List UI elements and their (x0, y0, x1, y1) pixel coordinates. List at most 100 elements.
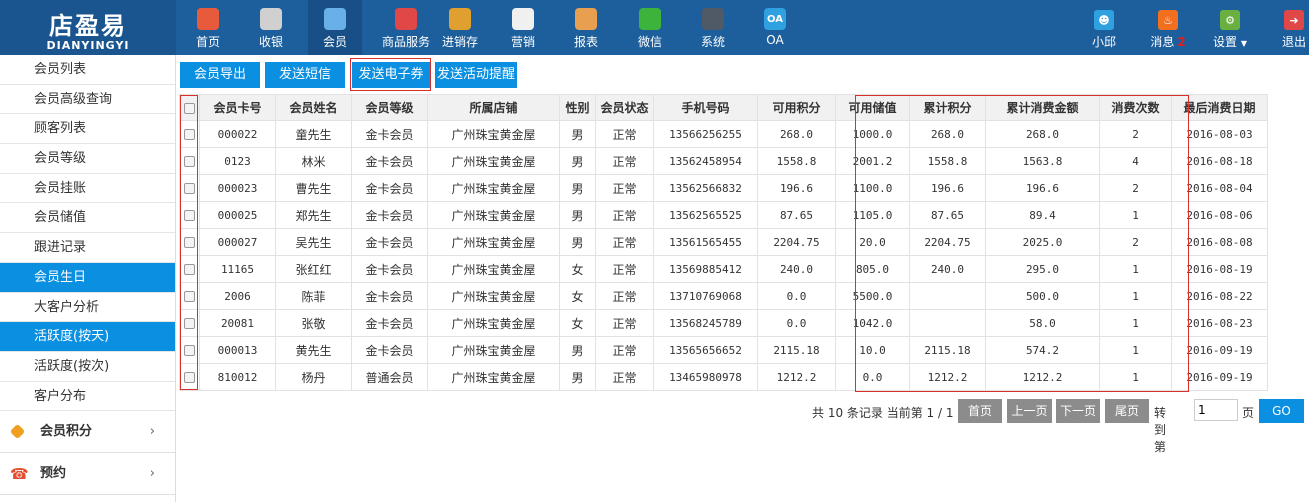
column-header[interactable]: 会员等级 (351, 94, 428, 121)
sidebar-item[interactable]: 大客户分析 (0, 293, 175, 323)
column-header[interactable]: 会员姓名 (275, 94, 352, 121)
table-cell: 正常 (595, 201, 654, 229)
user-menu[interactable]: ☻ 小邱 (1086, 0, 1122, 55)
prev-page-button[interactable]: 上一页 (1007, 399, 1052, 423)
row-checkbox[interactable] (184, 291, 195, 302)
column-header[interactable]: 手机号码 (653, 94, 758, 121)
table-cell: 广州珠宝黄金屋 (427, 336, 560, 364)
logout-icon: ➜ (1284, 10, 1304, 30)
column-header[interactable]: 累计消费金额 (985, 94, 1100, 121)
member-icon (324, 8, 346, 30)
send-ecoupon-button[interactable]: 发送电子券 (352, 62, 430, 88)
page-unit-label: 页 (1242, 406, 1255, 420)
row-checkbox[interactable] (184, 183, 195, 194)
sidebar-group-booking[interactable]: ☎ 预约 › (0, 453, 175, 496)
nav-cash-register[interactable]: 收银 (243, 0, 299, 55)
nav-wechat[interactable]: 微信 (624, 0, 676, 55)
table-row[interactable]: 000027 吴先生 金卡会员 广州珠宝黄金屋男正常 13561565455 2204.7… (179, 228, 1268, 256)
messages-label: 消息 (1150, 35, 1175, 49)
table-cell: 林米 (275, 147, 352, 175)
column-header[interactable]: 所属店铺 (427, 94, 560, 121)
goto-page-input[interactable] (1194, 399, 1238, 421)
row-checkbox[interactable] (184, 129, 195, 140)
sidebar-item[interactable]: 客户分布 (0, 382, 175, 412)
select-all-checkbox[interactable] (184, 102, 195, 114)
table-cell: 1105.0 (835, 201, 910, 229)
sidebar-item[interactable]: 跟进记录 (0, 233, 175, 263)
sidebar-item[interactable]: 活跃度(按次) (0, 352, 175, 382)
sidebar-item[interactable]: 活跃度(按天) (0, 322, 175, 352)
table-row[interactable]: 000023 曹先生 金卡会员 广州珠宝黄金屋男正常 13562566832 196.6 1… (179, 174, 1268, 202)
sidebar-item[interactable]: 会员列表 (0, 55, 175, 85)
table-cell: 268.0 (985, 120, 1100, 148)
messages-button[interactable]: ♨ 消息 2 (1144, 0, 1192, 55)
sidebar-group-points[interactable]: 会员积分 › (0, 411, 175, 454)
column-header[interactable]: 会员卡号 (199, 94, 276, 121)
top-navigation-bar: 店盈易 DIANYINGYI 首页 收银 会员 商品服务 进销存 营销 报表 微信 系统 OA OA… (0, 0, 1309, 55)
table-cell: 1 (1099, 201, 1172, 229)
table-cell: 1000.0 (835, 120, 910, 148)
table-cell: 13568245789 (653, 309, 758, 337)
row-checkbox[interactable] (184, 318, 195, 329)
last-page-button[interactable]: 尾页 (1105, 399, 1149, 423)
nav-monitor[interactable]: 系统 (686, 0, 740, 55)
column-header[interactable]: 会员状态 (595, 94, 654, 121)
row-checkbox[interactable] (184, 156, 195, 167)
nav-inventory[interactable]: 进销存 (434, 0, 486, 55)
first-page-button[interactable]: 首页 (958, 399, 1002, 423)
table-row[interactable]: 000025 郑先生 金卡会员 广州珠宝黄金屋男正常 13562565525 87.65 1… (179, 201, 1268, 229)
phone-icon: ☎ (10, 465, 29, 484)
go-button[interactable]: GO (1259, 399, 1304, 423)
nav-report[interactable]: 报表 (562, 0, 610, 55)
row-checkbox[interactable] (184, 210, 195, 221)
sidebar-item[interactable]: 会员高级查询 (0, 85, 175, 115)
column-header[interactable]: 可用积分 (757, 94, 836, 121)
table-cell: 黄先生 (275, 336, 352, 364)
table-cell: 000027 (199, 228, 276, 256)
row-checkbox[interactable] (184, 264, 195, 275)
column-header[interactable]: 最后消费日期 (1171, 94, 1268, 121)
chevron-right-icon: › (149, 424, 155, 440)
row-checkbox[interactable] (184, 237, 195, 248)
column-header[interactable]: 可用储值 (835, 94, 910, 121)
sidebar-item[interactable]: 会员等级 (0, 144, 175, 174)
sidebar-item[interactable]: 会员储值 (0, 203, 175, 234)
table-row[interactable]: 11165 张红红 金卡会员 广州珠宝黄金屋女正常 13569885412 240.0 80… (179, 255, 1268, 283)
column-header[interactable]: 累计积分 (909, 94, 986, 121)
column-header[interactable]: 消费次数 (1099, 94, 1172, 121)
table-row[interactable]: 20081 张敬 金卡会员 广州珠宝黄金屋女正常 13568245789 0.0 1042.… (179, 309, 1268, 337)
send-event-reminder-button[interactable]: 发送活动提醒 (435, 62, 517, 88)
export-members-button[interactable]: 会员导出 (180, 62, 260, 88)
next-page-button[interactable]: 下一页 (1056, 399, 1100, 423)
logout-button[interactable]: ➜ 退出 (1279, 0, 1309, 55)
send-sms-button[interactable]: 发送短信 (265, 62, 345, 88)
row-select-cell (179, 147, 200, 175)
table-row[interactable]: 000013 黄先生 金卡会员 广州珠宝黄金屋男正常 13565656652 2115.1… (179, 336, 1268, 364)
table-cell: 2016-08-23 (1171, 309, 1268, 337)
table-row[interactable]: 810012 杨丹 普通会员 广州珠宝黄金屋男正常 13465980978 1212.2 0… (179, 363, 1268, 391)
brand-logo[interactable]: 店盈易 DIANYINGYI (0, 0, 176, 55)
settings-button[interactable]: ⚙ 设置 ▼ (1210, 0, 1250, 55)
row-checkbox[interactable] (184, 372, 195, 383)
table-cell: 普通会员 (351, 363, 428, 391)
nav-oa[interactable]: OA OA (752, 0, 798, 55)
settings-icon: ⚙ (1220, 10, 1240, 30)
row-checkbox[interactable] (184, 345, 195, 356)
nav-member[interactable]: 会员 (308, 0, 362, 55)
nav-home[interactable]: 首页 (184, 0, 232, 55)
table-cell: 广州珠宝黄金屋 (427, 174, 560, 202)
table-cell: 男 (559, 336, 596, 364)
sidebar-item[interactable]: 顾客列表 (0, 114, 175, 145)
table-row[interactable]: 2006 陈菲 金卡会员 广州珠宝黄金屋女正常 13710769068 0.0 5500.0… (179, 282, 1268, 310)
table-row[interactable]: 0123 林米 金卡会员 广州珠宝黄金屋男正常 13562458954 1558.8 200… (179, 147, 1268, 175)
table-row[interactable]: 000022 童先生 金卡会员 广州珠宝黄金屋男正常 13566256255 268.0 1… (179, 120, 1268, 148)
nav-megaphone[interactable]: 营销 (498, 0, 548, 55)
table-cell: 268.0 (757, 120, 836, 148)
table-cell: 2 (1099, 174, 1172, 202)
column-header[interactable]: 性别 (559, 94, 596, 121)
sidebar-item[interactable]: 会员挂账 (0, 174, 175, 204)
table-cell: 2025.0 (985, 228, 1100, 256)
table-cell: 13561565455 (653, 228, 758, 256)
chevron-down-icon: ▼ (1240, 39, 1247, 48)
sidebar-item[interactable]: 会员生日 (0, 262, 175, 293)
